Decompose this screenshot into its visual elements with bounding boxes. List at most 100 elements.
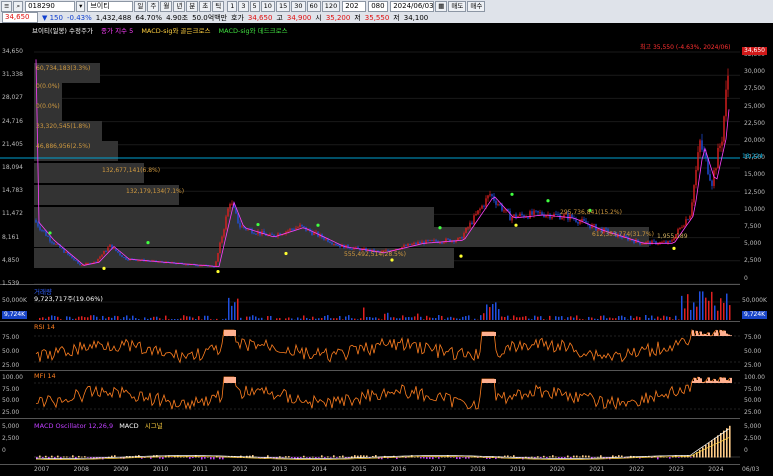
candle	[273, 234, 275, 237]
volume-bar	[657, 316, 659, 320]
macd-panel[interactable]: MACD Oscillator 12,26,9 MACD 시그널 5,000 2,…	[0, 419, 740, 465]
period-button-2[interactable]: 월	[160, 1, 173, 12]
price-panel[interactable]: 브이티(일봉) 수정주가 종가 지수 5 MACD-sig와 골든크로스 MAC…	[0, 23, 740, 287]
volume-bar	[54, 315, 56, 320]
minute-button-7[interactable]: 120	[321, 1, 341, 12]
period-button-6[interactable]: 틱	[212, 1, 225, 12]
price-right-axis: 32,50030,00027,50025,00022,50020,00017,5…	[740, 23, 773, 284]
stock-name-field[interactable]: 브이티	[87, 1, 134, 12]
macd-histogram-bar	[549, 456, 551, 458]
candle	[253, 233, 255, 235]
volume-bar	[216, 318, 218, 320]
volume-bar	[564, 319, 566, 320]
volume-bar	[489, 307, 491, 320]
price-right-label-1: 30,000	[744, 68, 765, 76]
minute-button-5[interactable]: 30	[291, 1, 306, 12]
x-label-11: 2018	[470, 466, 486, 473]
minute-button-3[interactable]: 10	[260, 1, 275, 12]
macd-histogram-bar	[729, 425, 731, 458]
candle	[713, 170, 715, 186]
rsi-chart[interactable]	[0, 322, 740, 370]
volume-bar	[537, 316, 539, 320]
macd-histogram-bar	[315, 457, 317, 459]
macd-histogram-bar	[576, 455, 578, 458]
count2-input[interactable]: 080	[368, 1, 389, 12]
minute-button-1[interactable]: 3	[238, 1, 249, 12]
volume-bar	[582, 319, 584, 320]
price-right-label-3: 25,000	[744, 102, 765, 110]
calendar-icon[interactable]: ▦	[435, 1, 448, 12]
period-button-3[interactable]: 년	[173, 1, 186, 12]
macd-histogram-bar	[204, 457, 206, 459]
minute-button-0[interactable]: 1	[227, 1, 238, 12]
sell-button[interactable]: 매도	[448, 1, 467, 12]
minute-button-4[interactable]: 15	[275, 1, 291, 12]
x-label-14: 2021	[589, 466, 605, 473]
mfi-right-axis: 100.00 75.00 50.00 25.00	[740, 371, 773, 418]
volume-bar	[252, 315, 254, 320]
period-button-1[interactable]: 주	[147, 1, 160, 12]
volume-right-badge: 9,724K	[742, 311, 768, 319]
stock-code-input[interactable]: 018290	[25, 1, 76, 12]
buy-button[interactable]: 매수	[467, 1, 486, 12]
candle	[557, 214, 559, 216]
volume-value: 1,432,488	[95, 13, 132, 22]
candle	[653, 240, 655, 242]
period-button-0[interactable]: 일	[134, 1, 147, 12]
mfi-left-label-1: 75.00	[2, 385, 20, 393]
price-chart[interactable]	[0, 23, 740, 284]
volume-bar	[405, 317, 407, 320]
volume-bar	[51, 315, 53, 320]
volume-bar	[132, 315, 134, 320]
candle	[669, 240, 671, 242]
volume-bar	[246, 316, 248, 320]
count-input[interactable]: 202	[342, 1, 367, 12]
mfi-chart[interactable]	[0, 371, 740, 418]
candle	[81, 265, 83, 267]
macd-histogram-bar	[444, 456, 446, 458]
macd-histogram-bar	[87, 457, 89, 458]
candle	[427, 240, 429, 242]
period-button-4[interactable]: 분	[186, 1, 199, 12]
volume-chart[interactable]	[0, 285, 740, 321]
candle	[301, 224, 303, 227]
volume-bar	[258, 318, 260, 320]
volume-panel[interactable]: 거래량 9,723,717주(19.06%) 50,000K 9,724K	[0, 285, 740, 322]
macd-histogram-bar	[81, 456, 83, 458]
rsi-legend: RSI 14	[34, 323, 55, 331]
candle	[329, 241, 331, 243]
candle	[297, 227, 299, 229]
rsi-overbought	[720, 330, 722, 336]
candle	[483, 205, 485, 207]
candle	[417, 242, 419, 245]
volume-bar	[603, 315, 605, 320]
candle	[447, 238, 449, 240]
candle	[339, 245, 341, 248]
x-label-0: 2007	[34, 466, 50, 473]
macd-histogram-bar	[456, 457, 458, 459]
macd-histogram-bar	[327, 456, 329, 458]
minute-button-6[interactable]: 60	[306, 1, 321, 12]
candle	[461, 237, 463, 239]
x-label-6: 2013	[271, 466, 288, 473]
search-icon[interactable]: ⌕	[13, 1, 24, 12]
date-input[interactable]: 2024/06/03	[390, 1, 435, 12]
rsi-overbought	[730, 335, 732, 336]
macd-histogram-bar	[438, 457, 440, 459]
volume-bar	[87, 317, 89, 320]
candle	[85, 263, 87, 265]
volume-bar	[270, 315, 272, 320]
menu-icon[interactable]: ≡	[1, 1, 13, 12]
stock-search-button[interactable]: ▾	[76, 1, 86, 12]
volume-bar	[654, 318, 656, 320]
mfi-panel[interactable]: MFI 14 100.00 75.00 50.00 25.00	[0, 371, 740, 419]
candle	[647, 241, 649, 243]
period-button-5[interactable]: 초	[199, 1, 212, 12]
candle	[357, 246, 359, 249]
minute-button-2[interactable]: 5	[249, 1, 260, 12]
volume-bar	[456, 318, 458, 320]
high-price: 34,900	[286, 13, 312, 22]
candle	[513, 214, 515, 217]
rsi-panel[interactable]: RSI 14 75.00 50.00 25.00	[0, 322, 740, 371]
volume-bar	[204, 315, 206, 320]
